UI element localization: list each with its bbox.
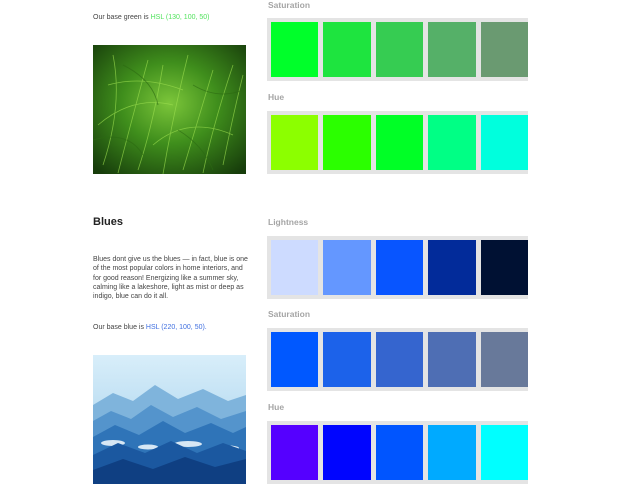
color-swatch[interactable]	[375, 240, 424, 295]
color-swatch[interactable]	[480, 115, 528, 170]
green-hue-label: Hue	[268, 92, 285, 102]
blue-hue-swatches	[267, 421, 528, 484]
color-swatch[interactable]	[428, 240, 476, 295]
blue-saturation-swatches	[267, 328, 528, 391]
green-base-intro: Our base green is HSL (130, 100, 50)	[93, 14, 209, 21]
color-swatch[interactable]	[480, 332, 528, 387]
color-swatch[interactable]	[375, 425, 424, 480]
green-hue-swatches	[267, 111, 528, 174]
blues-description: Blues dont give us the blues — in fact, …	[93, 256, 248, 301]
color-swatch[interactable]	[428, 425, 476, 480]
color-swatch[interactable]	[323, 240, 371, 295]
color-swatch[interactable]	[428, 115, 476, 170]
blue-lightness-label: Lightness	[268, 217, 309, 227]
color-swatch[interactable]	[375, 22, 424, 77]
color-swatch[interactable]	[428, 332, 476, 387]
green-hsl-link[interactable]: HSL (130, 100, 50)	[151, 14, 210, 21]
blue-mountains-image	[93, 355, 246, 484]
blue-base-intro: Our base blue is HSL (220, 100, 50).	[93, 324, 207, 331]
color-swatch[interactable]	[271, 332, 319, 387]
blue-saturation-label: Saturation	[268, 309, 311, 319]
color-swatch[interactable]	[271, 240, 319, 295]
blue-intro-text: Our base blue is	[93, 324, 146, 331]
blue-hsl-link[interactable]: HSL (220, 100, 50).	[146, 324, 207, 331]
blue-hue-label: Hue	[268, 402, 285, 412]
color-swatch[interactable]	[271, 115, 319, 170]
color-swatch[interactable]	[480, 22, 528, 77]
blues-section-title: Blues	[93, 216, 123, 228]
color-swatch[interactable]	[480, 240, 528, 295]
green-saturation-swatches	[267, 18, 528, 81]
color-swatch[interactable]	[323, 115, 371, 170]
color-swatch[interactable]	[480, 425, 528, 480]
green-foliage-image	[93, 45, 246, 174]
color-swatch[interactable]	[375, 332, 424, 387]
blue-lightness-swatches	[267, 236, 528, 299]
color-swatch[interactable]	[375, 115, 424, 170]
color-swatch[interactable]	[271, 22, 319, 77]
page: Our base green is HSL (130, 100, 50) Sat…	[0, 0, 622, 487]
color-swatch[interactable]	[323, 22, 371, 77]
green-intro-text: Our base green is	[93, 14, 151, 21]
green-saturation-label: Saturation	[268, 0, 311, 10]
color-swatch[interactable]	[271, 425, 319, 480]
color-swatch[interactable]	[323, 332, 371, 387]
color-swatch[interactable]	[428, 22, 476, 77]
color-swatch[interactable]	[323, 425, 371, 480]
